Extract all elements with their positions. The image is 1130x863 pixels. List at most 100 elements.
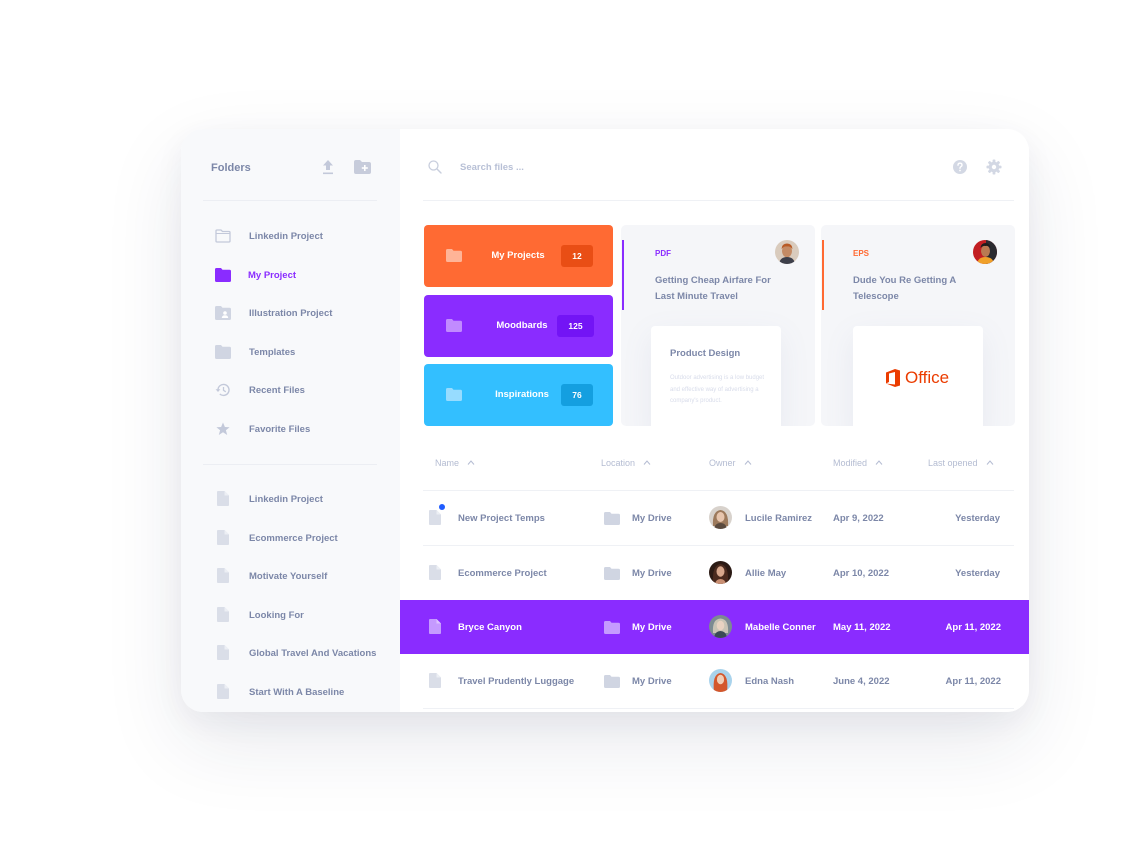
- new-folder-icon[interactable]: [354, 160, 371, 174]
- sort-ascending-icon: [986, 460, 993, 465]
- office-logo-text: Office: [905, 368, 950, 387]
- sidebar-item-illustration-project[interactable]: Illustration Project: [181, 302, 400, 326]
- table-row[interactable]: Ecommerce Project My Drive Allie May Apr…: [400, 546, 1029, 600]
- sidebar-file-item[interactable]: Linkedin Project: [181, 488, 400, 512]
- sidebar-item-label: Linkedin Project: [249, 494, 323, 505]
- owner-avatar: [709, 506, 732, 529]
- table-row[interactable]: Travel Prudently Luggage My Drive Edna N…: [400, 654, 1029, 708]
- modified-date: Apr 9, 2022: [833, 513, 884, 524]
- column-header-modified[interactable]: Modified: [833, 458, 883, 468]
- sidebar-item-my-project[interactable]: My Project: [181, 264, 400, 288]
- owner-avatar: [973, 240, 997, 264]
- column-header-location[interactable]: Location: [601, 458, 651, 468]
- accent-bar: [622, 240, 624, 310]
- upload-icon[interactable]: [321, 159, 335, 175]
- column-label: Last opened: [928, 458, 978, 468]
- sort-ascending-icon: [875, 460, 883, 465]
- last-opened: Apr 11, 2022: [945, 622, 1001, 633]
- owner-name: Mabelle Conner: [745, 622, 816, 633]
- file-card-pdf[interactable]: PDF Getting Cheap Airfare For Last Minut…: [621, 225, 815, 426]
- folder-tile-my-projects[interactable]: My Projects 12: [424, 225, 613, 287]
- owner-name: Lucile Ramirez: [745, 513, 813, 524]
- sidebar-file-item[interactable]: Looking For: [181, 604, 400, 628]
- modified-date: June 4, 2022: [833, 676, 890, 687]
- sidebar-item-label: Ecommerce Project: [249, 533, 338, 544]
- folder-tile-moodbards[interactable]: Moodbards 125: [424, 295, 613, 357]
- search-input[interactable]: [460, 158, 760, 176]
- folder-outline-icon: [215, 229, 231, 243]
- file-type-label: PDF: [655, 249, 671, 258]
- sidebar-item-favorite-files[interactable]: Favorite Files: [181, 418, 400, 442]
- file-name: Bryce Canyon: [458, 622, 522, 633]
- folder-tile-label: Inspirations: [495, 389, 549, 400]
- sidebar: Folders Linkedin Project My Project Illu…: [181, 129, 400, 712]
- preview-title: Product Design: [670, 348, 741, 359]
- preview-body: Outdoor advertising is a low budget and …: [670, 375, 765, 404]
- last-opened: Yesterday: [955, 513, 1000, 524]
- column-label: Location: [601, 458, 636, 468]
- sidebar-item-templates[interactable]: Templates: [181, 341, 400, 365]
- sidebar-title: Folders: [211, 162, 251, 174]
- file-icon: [217, 607, 229, 622]
- history-icon: [215, 383, 230, 397]
- shared-folder-icon: [215, 306, 231, 320]
- sidebar-item-linkedin-project[interactable]: Linkedin Project: [181, 225, 400, 249]
- sidebar-file-item[interactable]: Motivate Yourself: [181, 565, 400, 589]
- file-location: My Drive: [632, 676, 672, 687]
- row-divider: [423, 708, 1014, 709]
- table-row-selected[interactable]: Bryce Canyon My Drive Mabelle Conner May…: [400, 600, 1029, 654]
- column-label: Name: [435, 458, 460, 468]
- sidebar-item-label: Start With A Baseline: [249, 687, 345, 698]
- column-label: Owner: [709, 458, 736, 468]
- file-preview: Product Design Outdoor advertising is a …: [651, 326, 781, 426]
- folder-icon: [446, 249, 462, 262]
- file-location: My Drive: [632, 568, 672, 579]
- sidebar-item-label: Favorite Files: [249, 424, 311, 435]
- folder-icon: [446, 319, 462, 332]
- help-icon[interactable]: [953, 160, 967, 174]
- table-row[interactable]: New Project Temps My Drive Lucile Ramire…: [400, 491, 1029, 545]
- folder-count-badge: 12: [561, 245, 593, 267]
- sidebar-item-recent-files[interactable]: Recent Files: [181, 379, 400, 403]
- sidebar-item-label: My Project: [248, 270, 297, 281]
- file-location: My Drive: [632, 513, 672, 524]
- table-header: Name Location Owner Modified Last opened: [400, 458, 1029, 474]
- file-icon: [217, 491, 229, 506]
- sidebar-item-label: Motivate Yourself: [249, 571, 328, 582]
- sidebar-item-label: Templates: [249, 347, 296, 358]
- folder-icon: [604, 675, 620, 688]
- gear-icon[interactable]: [986, 159, 1002, 175]
- file-location: My Drive: [632, 622, 672, 633]
- folder-count-badge: 125: [557, 315, 594, 337]
- modified-date: Apr 10, 2022: [833, 568, 889, 579]
- sidebar-file-item[interactable]: Global Travel And Vacations: [181, 642, 400, 666]
- column-header-last-opened[interactable]: Last opened: [928, 458, 994, 468]
- file-icon: [217, 645, 229, 660]
- sidebar-item-label: Looking For: [249, 610, 304, 621]
- file-icon: [429, 510, 441, 525]
- folder-tile-inspirations[interactable]: Inspirations 76: [424, 364, 613, 426]
- last-opened: Yesterday: [955, 568, 1000, 579]
- office-logo: Office: [886, 368, 949, 388]
- owner-name: Edna Nash: [745, 676, 795, 687]
- folder-tile-label: My Projects: [491, 250, 545, 261]
- folder-icon: [604, 621, 620, 634]
- file-type-label: EPS: [853, 249, 870, 258]
- sidebar-file-item[interactable]: Ecommerce Project: [181, 527, 400, 551]
- column-header-owner[interactable]: Owner: [709, 458, 752, 468]
- column-header-name[interactable]: Name: [435, 458, 475, 468]
- file-card-eps[interactable]: EPS Dude You Re Getting A Telescope Offi…: [821, 225, 1015, 426]
- header-divider: [423, 200, 1014, 201]
- star-icon: [216, 422, 230, 435]
- file-manager-window: Folders Linkedin Project My Project Illu…: [181, 129, 1029, 712]
- modified-date: May 11, 2022: [833, 622, 891, 633]
- sidebar-file-item[interactable]: Start With A Baseline: [181, 681, 400, 705]
- main-panel: My Projects 12 Moodbards 125 Inspiration…: [400, 129, 1029, 712]
- sort-ascending-icon: [643, 460, 651, 465]
- file-card-title: Getting Cheap Airfare For Last Minute Tr…: [655, 275, 771, 302]
- folder-icon: [604, 567, 620, 580]
- owner-avatar: [775, 240, 799, 264]
- file-icon: [429, 673, 441, 688]
- column-label: Modified: [833, 458, 868, 468]
- sidebar-item-label: Recent Files: [249, 385, 305, 396]
